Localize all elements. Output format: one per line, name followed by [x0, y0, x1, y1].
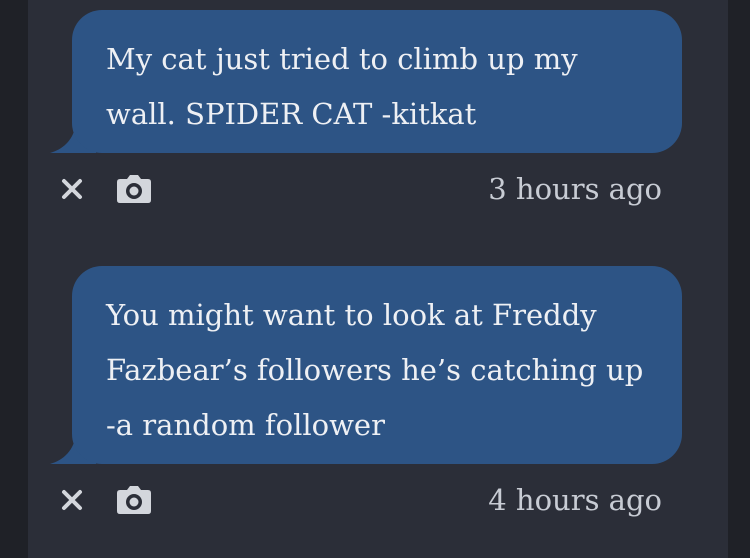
- photo-button[interactable]: [116, 482, 152, 518]
- camera-icon: [117, 486, 151, 514]
- message-actions: 3 hours ago: [28, 171, 728, 211]
- message-bubble: My cat just tried to climb up my wall. S…: [72, 10, 682, 153]
- message-timestamp: 3 hours ago: [488, 172, 662, 206]
- close-icon: [62, 490, 82, 510]
- camera-icon: [117, 175, 151, 203]
- close-icon: [62, 179, 82, 199]
- photo-button[interactable]: [116, 171, 152, 207]
- delete-button[interactable]: [54, 482, 90, 518]
- message-timestamp: 4 hours ago: [488, 483, 662, 517]
- message-bubble: You might want to look at Freddy Fazbear…: [72, 266, 682, 464]
- delete-button[interactable]: [54, 171, 90, 207]
- message-actions: 4 hours ago: [28, 482, 728, 522]
- message-panel: My cat just tried to climb up my wall. S…: [28, 0, 728, 558]
